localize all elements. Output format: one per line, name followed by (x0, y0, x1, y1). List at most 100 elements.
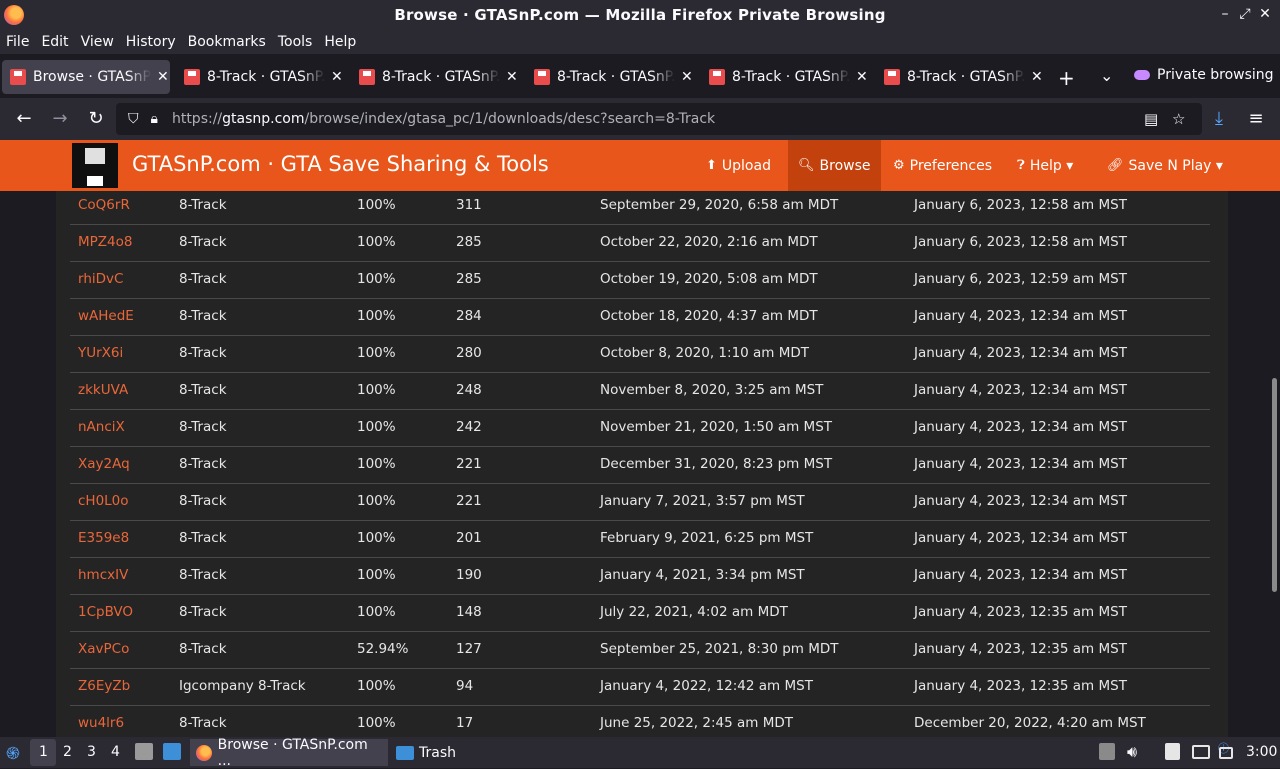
nav-browse[interactable]: 🔍︎ Browse (788, 140, 881, 191)
start-menu-icon[interactable]: ֍ (6, 741, 20, 764)
tab-8-track[interactable]: 8-Track · GTASnP.com ✕ (526, 60, 694, 94)
reload-button[interactable]: ↻ (85, 108, 107, 129)
downloads-icon[interactable]: ⤓ (1208, 108, 1230, 129)
save-id-link[interactable]: wu4lr6 (78, 715, 124, 731)
table-row: E359e8 8-Track 100% 201 February 9, 2021, 6:… (70, 521, 1210, 558)
nav-upload[interactable]: ⬆ Upload (696, 140, 781, 191)
taskbar-task-label: Browse · GTASnP.com ... (217, 736, 368, 769)
save-id-link[interactable]: rhiDvC (78, 271, 123, 287)
forward-button[interactable]: → (49, 108, 71, 129)
menu-view[interactable]: View (81, 34, 114, 50)
save-id-link[interactable]: MPZ4o8 (78, 234, 132, 250)
save-id-link[interactable]: XavPCo (78, 641, 129, 657)
tab-label: 8-Track · GTASnP.com (382, 69, 500, 85)
save-id-link[interactable]: hmcxIV (78, 567, 128, 583)
clipboard-tray-icon[interactable] (1099, 743, 1115, 760)
volume-icon[interactable]: 🔊︎ (1127, 742, 1137, 762)
completion-percent: 100% (357, 271, 396, 287)
menu-file[interactable]: File (6, 34, 29, 50)
close-tab-icon[interactable]: ✕ (856, 69, 868, 85)
nav-upload-label: Upload (721, 157, 771, 174)
close-tab-icon[interactable]: ✕ (157, 69, 169, 85)
save-name: 8-Track (179, 382, 227, 398)
workspace-3[interactable]: 3 (87, 744, 96, 760)
back-button[interactable]: ← (13, 108, 35, 129)
completion-percent: 100% (357, 308, 396, 324)
workspace-1[interactable]: 1 (39, 744, 48, 760)
close-tab-icon[interactable]: ✕ (681, 69, 693, 85)
completion-percent: 100% (357, 382, 396, 398)
nav-preferences[interactable]: ⚙ Preferences (883, 140, 1002, 191)
save-id-link[interactable]: 1CpBVO (78, 604, 133, 620)
notes-tray-icon[interactable] (1165, 743, 1180, 760)
close-tab-icon[interactable]: ✕ (506, 69, 518, 85)
site-brand[interactable]: GTASnP.com · GTA Save Sharing & Tools (132, 152, 549, 176)
clock[interactable]: 3:00 (1246, 744, 1277, 760)
url-bar[interactable]: ⛉ 🔒︎ https://gtasnp.com/browse/index/gta… (116, 103, 1202, 135)
close-tab-icon[interactable]: ✕ (1031, 69, 1043, 85)
maximize-button[interactable]: ⤢ (1236, 6, 1254, 22)
upload-date: November 8, 2020, 3:25 am MST (600, 382, 824, 398)
menu-history[interactable]: History (126, 34, 176, 50)
app-menu-icon[interactable]: ≡ (1245, 108, 1267, 129)
save-id-link[interactable]: wAHedE (78, 308, 134, 324)
question-icon: ❓︎ (1017, 158, 1025, 173)
tracking-shield-icon[interactable]: ⛉ (128, 111, 139, 127)
page-scrollbar[interactable] (1272, 378, 1277, 592)
window-title: Browse · GTASnP.com — Mozilla Firefox Pr… (394, 6, 886, 24)
file-manager-launcher-icon[interactable] (135, 743, 153, 760)
tab-8-track[interactable]: 8-Track · GTASnP.com ✕ (176, 60, 344, 94)
display-tray-icon[interactable] (1192, 745, 1210, 759)
save-id-link[interactable]: CoQ6rR (78, 197, 130, 213)
menu-tools[interactable]: Tools (278, 34, 313, 50)
new-tab-button[interactable]: + (1058, 66, 1075, 90)
gtasnp-favicon-icon (534, 69, 550, 85)
save-id-link[interactable]: Xay2Aq (78, 456, 130, 472)
nav-help[interactable]: ❓︎ Help ▾ (1007, 140, 1083, 191)
tab-bar: Browse · GTASnP.com ✕ 8-Track · GTASnP.c… (0, 56, 1280, 98)
menu-help[interactable]: Help (324, 34, 356, 50)
save-id-link[interactable]: YUrX6i (78, 345, 123, 361)
save-name: 8-Track (179, 530, 227, 546)
taskbar-task-trash[interactable]: Trash (392, 739, 460, 766)
show-desktop-icon[interactable] (163, 743, 181, 760)
taskbar-task-firefox[interactable]: Browse · GTASnP.com ... (190, 736, 388, 769)
url-host: gtasnp.com (222, 111, 305, 127)
tab-8-track[interactable]: 8-Track · GTASnP.com ✕ (876, 60, 1044, 94)
workspace-4[interactable]: 4 (111, 744, 120, 760)
url-text[interactable]: https://gtasnp.com/browse/index/gtasa_pc… (172, 111, 715, 127)
save-id-link[interactable]: Z6EyZb (78, 678, 130, 694)
nav-save-n-play[interactable]: 🔗︎ Save N Play ▾ (1097, 140, 1233, 191)
completion-percent: 100% (357, 419, 396, 435)
tab-8-track[interactable]: 8-Track · GTASnP.com ✕ (701, 60, 869, 94)
completion-percent: 100% (357, 493, 396, 509)
list-all-tabs-button[interactable]: ⌄ (1100, 66, 1113, 85)
upload-date: October 22, 2020, 2:16 am MDT (600, 234, 818, 250)
bookmark-star-icon[interactable]: ☆ (1172, 110, 1185, 128)
save-id-link[interactable]: E359e8 (78, 530, 129, 546)
save-id-link[interactable]: nAnciX (78, 419, 125, 435)
updated-date: December 20, 2022, 4:20 am MST (914, 715, 1146, 731)
url-scheme: https:// (171, 111, 223, 127)
lock-icon[interactable]: 🔒︎ (151, 111, 158, 127)
minimize-button[interactable]: – (1216, 6, 1234, 22)
updated-date: January 4, 2023, 12:34 am MST (914, 308, 1127, 324)
close-tab-icon[interactable]: ✕ (331, 69, 343, 85)
save-name: 8-Track (179, 567, 227, 583)
close-window-button[interactable]: ✕ (1256, 6, 1274, 22)
save-id-link[interactable]: cH0L0o (78, 493, 129, 509)
menu-bookmarks[interactable]: Bookmarks (188, 34, 266, 50)
table-row: hmcxIV 8-Track 100% 190 January 4, 2021, 3:3… (70, 558, 1210, 595)
upload-date: February 9, 2021, 6:25 pm MST (600, 530, 814, 546)
tab-8-track[interactable]: 8-Track · GTASnP.com ✕ (351, 60, 519, 94)
network-tray-icon[interactable] (1219, 747, 1233, 759)
menu-edit[interactable]: Edit (41, 34, 68, 50)
download-count: 201 (456, 530, 482, 546)
reader-view-icon[interactable]: ▤ (1144, 110, 1158, 128)
download-count: 284 (456, 308, 482, 324)
workspace-2[interactable]: 2 (63, 744, 72, 760)
save-id-link[interactable]: zkkUVA (78, 382, 128, 398)
tab-browse[interactable]: Browse · GTASnP.com ✕ (2, 60, 170, 94)
tab-label: Browse · GTASnP.com (33, 69, 151, 85)
gtasnp-logo[interactable] (72, 143, 118, 188)
